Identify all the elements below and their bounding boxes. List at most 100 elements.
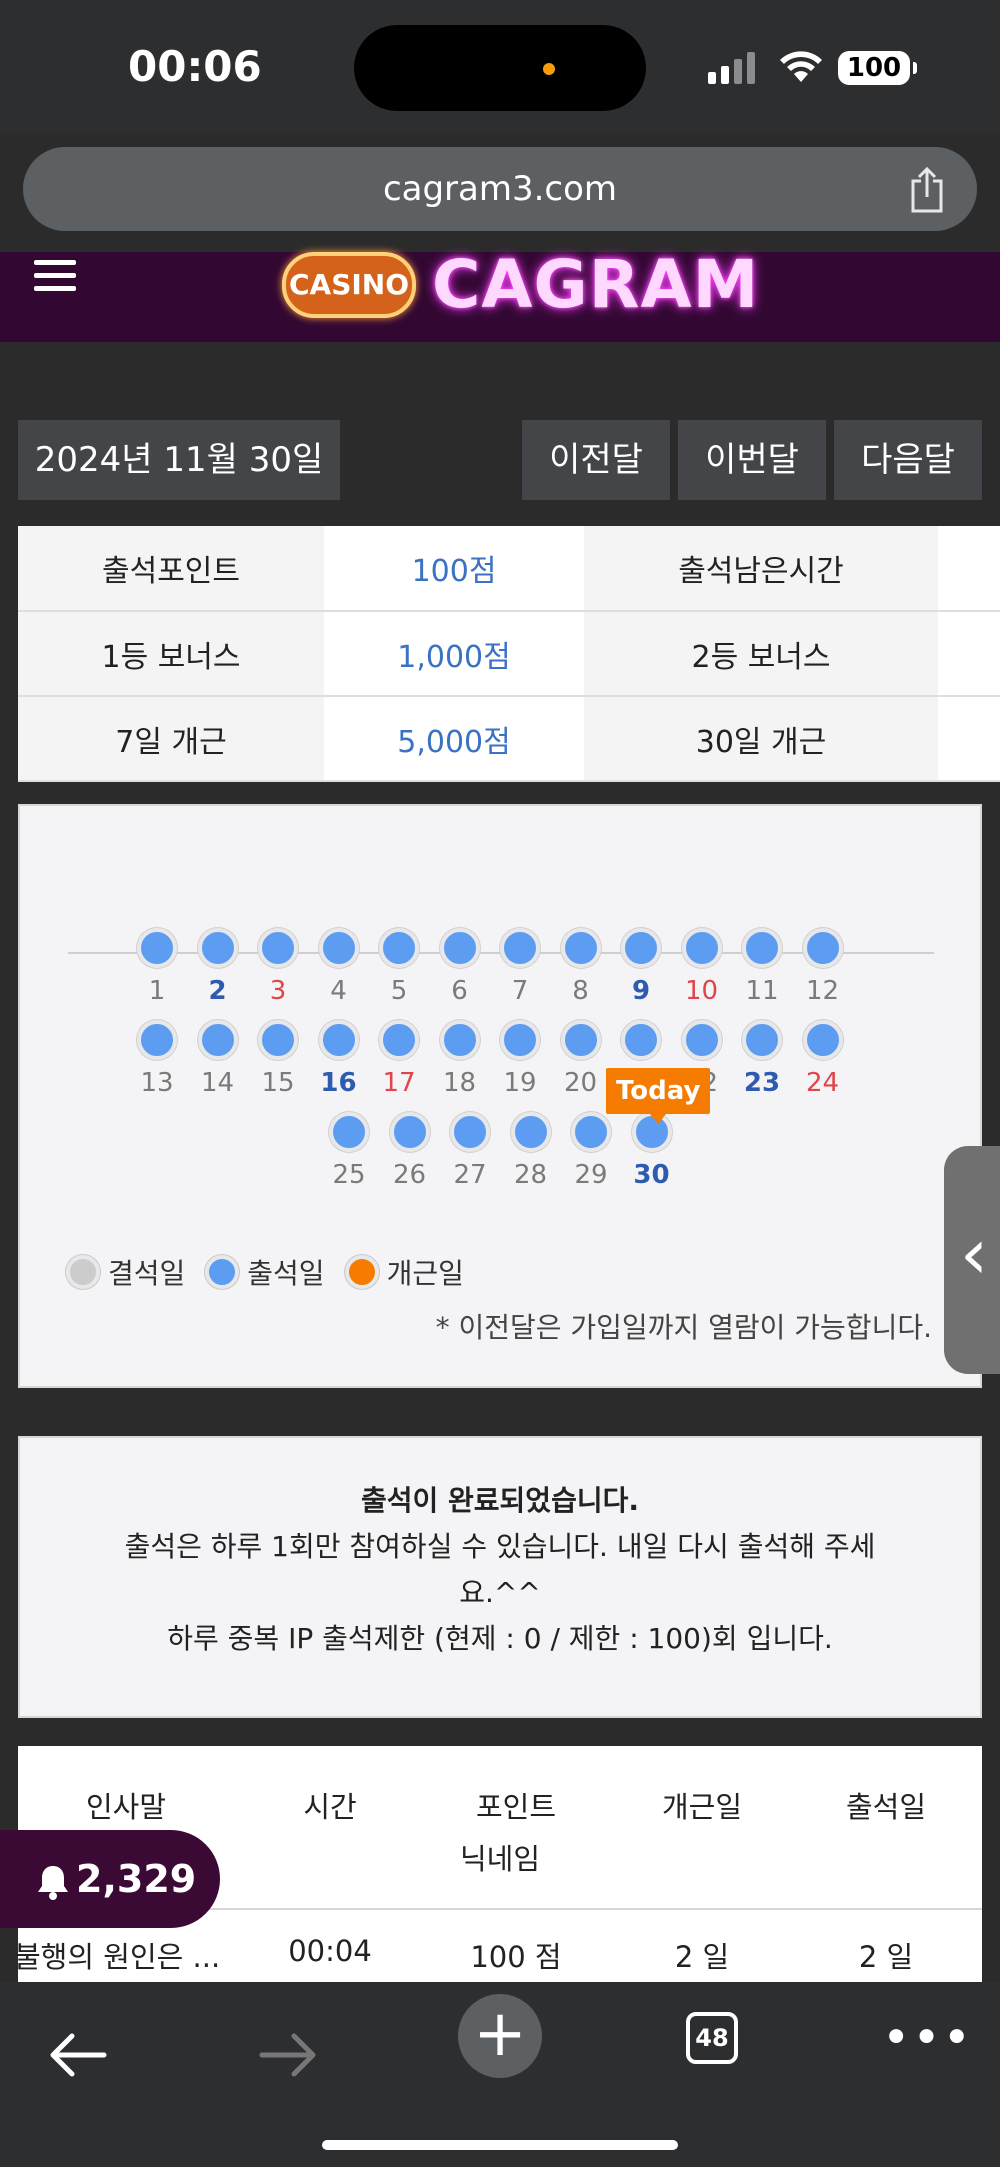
legend-perfect: 개근일 <box>344 1252 464 1292</box>
share-icon[interactable] <box>907 167 947 213</box>
present-dot-icon <box>205 1255 240 1289</box>
info-value-cut <box>938 611 1000 697</box>
status-time: 00:06 <box>128 42 262 91</box>
day-number: 28 <box>513 1160 548 1190</box>
day-number: 19 <box>503 1068 537 1098</box>
cell-perfect-days: 2 일 <box>674 1940 730 1974</box>
day-number: 23 <box>743 1068 781 1098</box>
back-icon[interactable] <box>48 2030 108 2080</box>
attended-dot-icon <box>318 1020 359 1060</box>
attendance-message: 출석이 완료되었습니다. 출석은 하루 1회만 참여하실 수 있습니다. 내일 … <box>18 1436 982 1718</box>
message-line: 하루 중복 IP 출석제한 (현제 : 0 / 제한 : 100)회 입니다. <box>167 1622 833 1655</box>
message-line: 요.^^ <box>459 1576 541 1609</box>
calendar-day: 17 <box>377 1020 421 1098</box>
legend-label: 개근일 <box>386 1257 464 1290</box>
calendar-day: 11 <box>740 928 784 1006</box>
calendar-legend: 결석일 출석일 개근일 <box>66 1252 464 1292</box>
info-row: 7일 개근 5,000점 30일 개근 <box>18 696 1000 782</box>
attended-dot-icon <box>318 928 359 968</box>
attended-dot-icon <box>510 1112 551 1152</box>
more-icon[interactable]: ••• <box>882 2010 973 2066</box>
info-label: 출석포인트 <box>18 526 324 612</box>
attended-dot-icon <box>742 928 782 968</box>
day-number: 4 <box>330 976 347 1006</box>
calendar-day: 25 <box>327 1112 371 1190</box>
attended-dot-icon <box>500 1020 540 1060</box>
calendar-day: 12 <box>801 928 845 1006</box>
notification-count: 2,329 <box>76 1857 197 1901</box>
day-number: 8 <box>572 976 589 1006</box>
calendar-day: 29 <box>569 1112 613 1190</box>
url-text[interactable]: cagram3.com <box>23 169 977 209</box>
chevron-left-icon: ‹ <box>960 1213 988 1295</box>
attended-dot-icon <box>258 928 298 968</box>
attendance-info-table: 출석포인트 100점 출석남은시간 1등 보너스 1,000점 2등 보너스 7… <box>18 526 1000 782</box>
info-value-cut <box>938 696 1000 782</box>
legend-label: 출석일 <box>247 1257 325 1290</box>
day-number: 1 <box>148 976 166 1006</box>
notification-badge[interactable]: 2,329 <box>0 1830 220 1928</box>
day-number: 5 <box>390 976 408 1006</box>
calendar-day: 6 <box>438 928 482 1006</box>
side-panel-handle[interactable]: ‹ <box>944 1146 1000 1374</box>
attended-dot-icon <box>742 1020 782 1060</box>
calendar-day: 2 <box>196 928 240 1006</box>
cell-attend-days: 2 일 <box>858 1940 914 1974</box>
prev-month-button[interactable]: 이전달 <box>522 420 670 500</box>
calendar-day: 15 <box>256 1020 300 1098</box>
forward-icon[interactable] <box>258 2030 318 2080</box>
header-attend-days: 출석일 <box>845 1790 927 1824</box>
status-bar: 00:06 100 <box>0 0 1000 135</box>
day-number: 20 <box>563 1068 598 1098</box>
day-number: 9 <box>631 976 651 1006</box>
legend-label: 결석일 <box>108 1257 186 1290</box>
home-indicator <box>322 2140 678 2150</box>
site-header: CASINO CAGRAM <box>0 246 1000 342</box>
day-number: 2 <box>208 976 227 1006</box>
attended-dot-icon <box>379 1020 419 1060</box>
this-month-button[interactable]: 이번달 <box>678 420 826 500</box>
header-points: 포인트 <box>475 1790 557 1824</box>
new-tab-icon[interactable]: + <box>458 1994 542 2078</box>
day-number: 16 <box>320 1068 357 1098</box>
calendar-day: 19 <box>498 1020 542 1098</box>
site-logo[interactable]: CAGRAM <box>432 246 759 323</box>
attended-dot-icon <box>137 928 177 968</box>
attended-dot-icon <box>450 1112 490 1152</box>
attended-dot-icon <box>571 1112 611 1152</box>
calendar-day: 24 <box>801 1020 845 1098</box>
calendar-day: 23 <box>740 1020 784 1098</box>
attended-dot-icon <box>439 1020 480 1060</box>
bell-icon <box>38 1865 68 1900</box>
calendar-day: 28 <box>509 1112 553 1190</box>
header-greeting: 인사말 <box>85 1790 167 1824</box>
info-value-cut <box>938 526 1000 612</box>
calendar-day: 13 <box>135 1020 179 1098</box>
info-value: 100점 <box>324 526 584 612</box>
attended-dot-icon <box>197 1020 238 1060</box>
info-label: 30일 개근 <box>584 696 938 782</box>
menu-icon[interactable] <box>34 260 76 296</box>
dynamic-island <box>354 25 646 111</box>
tabs-button[interactable]: 48 <box>686 2012 738 2064</box>
casino-logo-badge[interactable]: CASINO <box>282 252 416 318</box>
attended-dot-icon <box>500 928 540 968</box>
legend-present: 출석일 <box>205 1252 325 1292</box>
current-date: 2024년 11월 30일 <box>18 420 340 500</box>
calendar-day: 7 <box>498 928 542 1006</box>
attended-dot-icon <box>802 928 843 968</box>
attended-dot-icon <box>621 1020 661 1060</box>
perfect-dot-icon <box>344 1255 379 1289</box>
attended-dot-icon <box>197 928 238 968</box>
next-month-button[interactable]: 다음달 <box>834 420 982 500</box>
day-number: 14 <box>200 1068 235 1098</box>
attended-dot-icon <box>439 928 480 968</box>
calendar-day: 10 <box>680 928 724 1006</box>
attended-dot-icon <box>379 928 419 968</box>
calendar-day: 26 <box>388 1112 432 1190</box>
attended-dot-icon <box>258 1020 298 1060</box>
address-bar[interactable]: cagram3.com <box>23 147 977 231</box>
calendar-note: * 이전달은 가입일까지 열람이 가능합니다. <box>435 1311 932 1344</box>
calendar-day: 8 <box>559 928 603 1006</box>
day-number: 29 <box>574 1160 608 1190</box>
